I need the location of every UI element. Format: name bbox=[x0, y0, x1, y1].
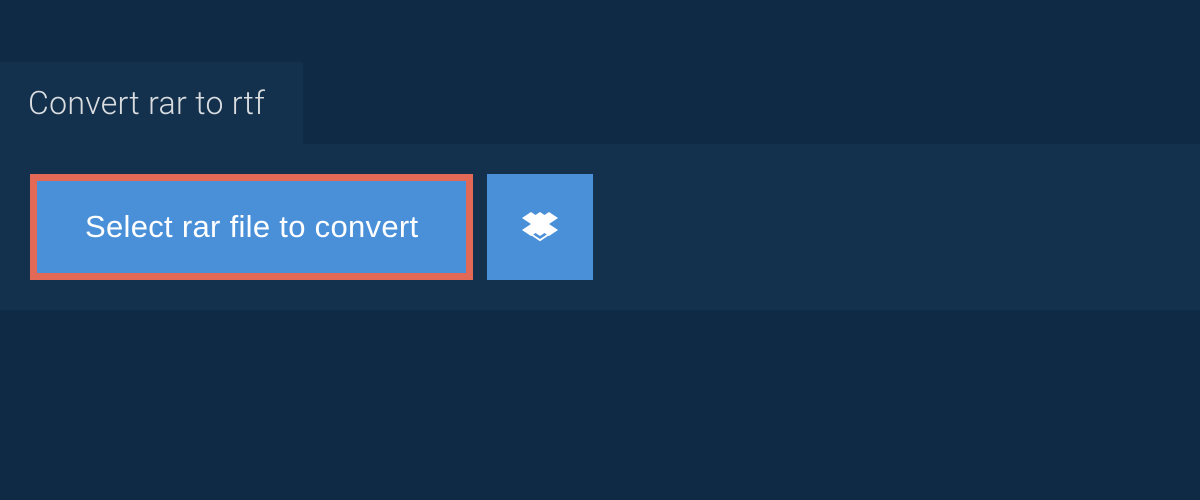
dropbox-button[interactable] bbox=[487, 174, 593, 280]
button-row: Select rar file to convert bbox=[30, 174, 1170, 280]
select-file-button[interactable]: Select rar file to convert bbox=[30, 174, 473, 280]
tab-header: Convert rar to rtf bbox=[0, 62, 303, 144]
dropbox-icon bbox=[522, 209, 558, 245]
tab-title: Convert rar to rtf bbox=[28, 84, 265, 122]
main-panel: Select rar file to convert bbox=[0, 144, 1200, 310]
select-file-label: Select rar file to convert bbox=[85, 209, 418, 245]
